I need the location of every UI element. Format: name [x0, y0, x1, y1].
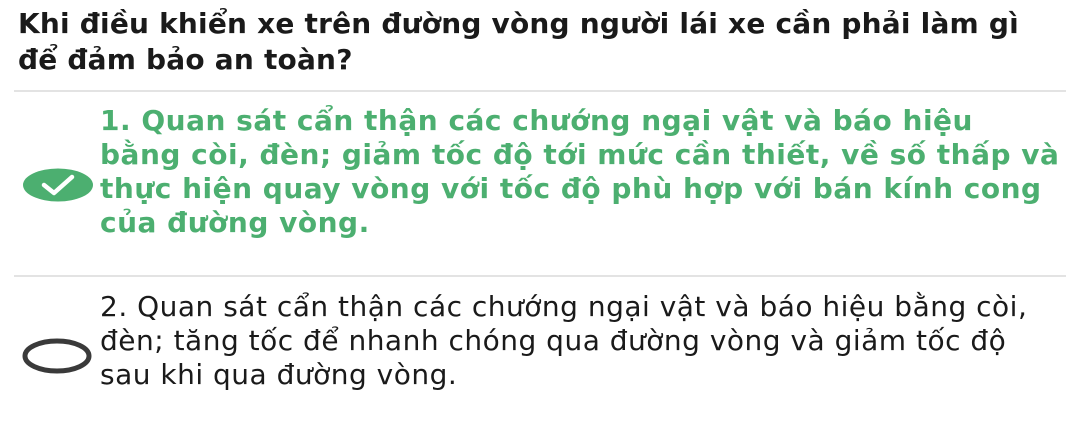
divider — [14, 90, 1066, 92]
answer-text: 2. Quan sát cẩn thận các chướng ngại vật… — [100, 290, 1028, 391]
answer-option-1[interactable]: 1. Quan sát cẩn thận các chướng ngại vật… — [0, 104, 1079, 272]
check-icon — [23, 168, 93, 202]
answer-option-2[interactable]: 2. Quan sát cẩn thận các chướng ngại vật… — [0, 290, 1079, 423]
answer-text: 1. Quan sát cẩn thận các chướng ngại vật… — [100, 104, 1060, 239]
radio-icon — [22, 338, 92, 374]
divider — [14, 275, 1066, 277]
question-text: Khi điều khiển xe trên đường vòng người … — [18, 7, 1019, 76]
